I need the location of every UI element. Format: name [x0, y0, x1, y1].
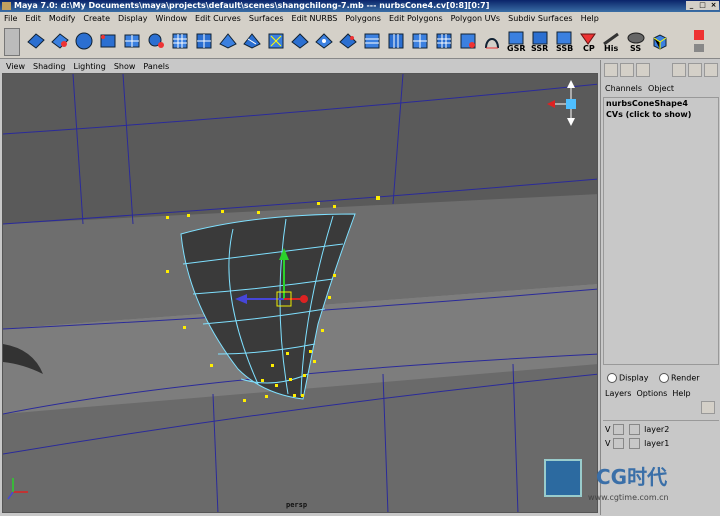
channel-box-toggle-icon[interactable] — [604, 63, 618, 77]
menu-modify[interactable]: Modify — [45, 14, 80, 23]
layer-visibility[interactable]: V — [605, 439, 610, 448]
display-label: Display — [619, 373, 649, 383]
ipr-icon[interactable] — [688, 63, 702, 77]
title-bar: Maya 7.0: d:\My Documents\maya\projects\… — [0, 0, 720, 12]
menu-help[interactable]: Help — [577, 14, 603, 23]
shelf-options-icon[interactable] — [694, 44, 704, 52]
shelf-tool-icon[interactable] — [74, 30, 94, 52]
attribute-editor-toggle-icon[interactable] — [620, 63, 634, 77]
shelf-tool-icon[interactable] — [122, 30, 142, 52]
layer-color-box[interactable] — [628, 424, 640, 435]
shelf-toolbar: GSR SSR SSB CP His SS — [0, 26, 720, 59]
cgtime-logo-icon — [544, 459, 582, 497]
shelf-tool-icon[interactable] — [26, 30, 46, 52]
cp-label: CP — [583, 44, 595, 53]
shelf-tool-icon[interactable] — [98, 30, 118, 52]
layer-name: layer1 — [644, 439, 670, 448]
ss-label: SS — [630, 44, 642, 53]
shelf-tool-icon[interactable] — [170, 30, 190, 52]
panel-menu-panels[interactable]: Panels — [139, 62, 173, 71]
layer-name: layer2 — [644, 425, 670, 434]
panel-menu-show[interactable]: Show — [110, 62, 140, 71]
menu-edit-nurbs[interactable]: Edit NURBS — [288, 14, 342, 23]
cgtime-watermark: CG时代 www.cgtime.com.cn — [540, 455, 720, 515]
close-icon[interactable]: × — [708, 1, 719, 10]
channel-list: nurbsConeShape4 CVs (click to show) — [603, 97, 719, 365]
menu-file[interactable]: File — [0, 14, 21, 23]
shelf-tool-icon[interactable] — [50, 30, 70, 52]
layer-menu: Layers Options Help — [605, 389, 696, 398]
shape-name[interactable]: nurbsConeShape4 — [604, 98, 718, 109]
watermark-logo: CG时代 — [596, 465, 668, 489]
panel-menu-view[interactable]: View — [2, 62, 29, 71]
menu-surfaces[interactable]: Surfaces — [245, 14, 288, 23]
trash-icon[interactable] — [694, 30, 704, 40]
layer-row[interactable]: V layer2 — [605, 424, 715, 435]
maya-app-icon — [2, 2, 11, 10]
menu-polygons[interactable]: Polygons — [341, 14, 385, 23]
ssr-label: SSR — [531, 44, 549, 53]
shelf-tool-icon[interactable] — [242, 30, 262, 52]
shelf-tool-icon[interactable] — [146, 30, 166, 52]
tab-channels[interactable]: Channels — [605, 84, 642, 93]
gsr-label: GSR — [507, 44, 526, 53]
render-label: Render — [671, 373, 700, 383]
channel-box-tabs: Channels Object — [605, 84, 680, 93]
layer-visibility[interactable]: V — [605, 425, 610, 434]
maximize-icon[interactable]: □ — [697, 1, 708, 10]
watermark-url: www.cgtime.com.cn — [588, 493, 669, 502]
layer-menu-options[interactable]: Options — [636, 389, 667, 398]
menu-edit-curves[interactable]: Edit Curves — [191, 14, 245, 23]
tab-object[interactable]: Object — [648, 84, 674, 93]
shelf-tool-icon[interactable] — [434, 30, 454, 52]
window-title: Maya 7.0: d:\My Documents\maya\projects\… — [14, 1, 490, 10]
shelf-tool-icon[interactable] — [338, 30, 358, 52]
cvs-label[interactable]: CVs (click to show) — [604, 109, 718, 120]
viewport-scene[interactable] — [3, 74, 598, 513]
layer-menu-layers[interactable]: Layers — [605, 389, 631, 398]
menu-create[interactable]: Create — [79, 14, 114, 23]
render-settings-icon[interactable] — [704, 63, 718, 77]
menu-window[interactable]: Window — [152, 14, 192, 23]
his-label: His — [604, 44, 619, 53]
panel-menu-shading[interactable]: Shading — [29, 62, 70, 71]
new-layer-icon[interactable] — [701, 401, 715, 414]
main-menubar: File Edit Modify Create Display Window Edit Cu… — [0, 12, 720, 26]
minimize-icon[interactable]: _ — [686, 1, 697, 10]
shelf-tool-icon[interactable] — [410, 30, 430, 52]
render-radio[interactable] — [659, 373, 670, 383]
shelf-tab-icon[interactable] — [4, 28, 20, 56]
shelf-tool-icon[interactable] — [194, 30, 214, 52]
shelf-tool-icon[interactable] — [218, 30, 238, 52]
menu-edit-polygons[interactable]: Edit Polygons — [385, 14, 447, 23]
camera-label: persp — [286, 501, 308, 509]
layer-mode-radios: Display Render — [603, 373, 719, 383]
perspective-viewport[interactable]: persp — [2, 73, 598, 513]
layer-color-box[interactable] — [628, 438, 640, 449]
menu-subdiv-surfaces[interactable]: Subdiv Surfaces — [504, 14, 576, 23]
display-radio[interactable] — [607, 373, 617, 383]
layer-row[interactable]: V layer1 — [605, 438, 715, 449]
menu-edit[interactable]: Edit — [21, 14, 45, 23]
panel-menu-lighting[interactable]: Lighting — [69, 62, 109, 71]
shelf-tool-icon[interactable] — [314, 30, 334, 52]
menu-display[interactable]: Display — [114, 14, 152, 23]
shelf-tool-icon[interactable] — [482, 30, 502, 52]
ssb-label: SSB — [556, 44, 574, 53]
shelf-tool-icon[interactable] — [386, 30, 406, 52]
layer-type-box[interactable] — [613, 438, 625, 449]
layer-menu-help[interactable]: Help — [672, 389, 690, 398]
channel-box-panel: Channels Object nurbsConeShape4 CVs (clic… — [600, 60, 720, 516]
shelf-tool-icon[interactable] — [362, 30, 382, 52]
tool-settings-toggle-icon[interactable] — [636, 63, 650, 77]
cube-shelf-icon[interactable] — [650, 30, 670, 52]
shelf-tool-icon[interactable] — [458, 30, 478, 52]
shelf-tool-icon[interactable] — [290, 30, 310, 52]
layer-type-box[interactable] — [613, 424, 625, 435]
panel-menubar: View Shading Lighting Show Panels — [2, 60, 598, 73]
render-icon[interactable] — [672, 63, 686, 77]
shelf-tool-icon[interactable] — [266, 30, 286, 52]
menu-polygon-uvs[interactable]: Polygon UVs — [447, 14, 504, 23]
